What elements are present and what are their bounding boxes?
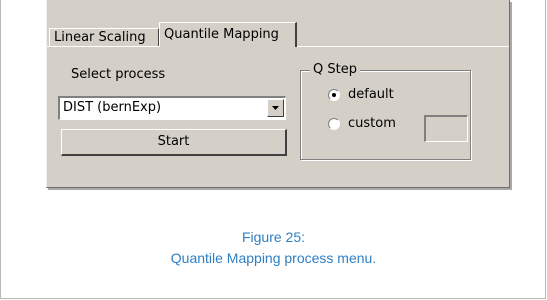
radio-default-label: default [348, 87, 394, 102]
figure-caption-number: Figure 25: [241, 229, 306, 245]
radio-custom-label: custom [348, 116, 396, 131]
chevron-down-icon [272, 106, 279, 110]
radio-default[interactable] [328, 89, 340, 101]
quantile-mapping-dialog: Linear Scaling Quantile Mapping Select p… [46, 0, 510, 188]
q-step-legend: Q Step [310, 62, 360, 77]
dropdown-button[interactable] [267, 99, 284, 117]
q-step-group: Q Step default custom [300, 62, 471, 160]
quantile-mapping-panel: Select process DIST (bernExp) Start Q St… [47, 46, 509, 188]
start-button[interactable]: Start [61, 129, 287, 156]
tab-quantile-mapping[interactable]: Quantile Mapping [159, 22, 297, 47]
tab-linear-scaling[interactable]: Linear Scaling [49, 28, 159, 46]
select-process-label: Select process [71, 67, 166, 82]
process-select-value: DIST (bernExp) [63, 100, 162, 115]
radio-custom[interactable] [328, 118, 340, 130]
figure-caption-text: Quantile Mapping process menu. [170, 250, 377, 266]
process-select[interactable]: DIST (bernExp) [58, 96, 286, 120]
custom-step-input[interactable] [424, 115, 468, 142]
radio-selected-dot [332, 93, 336, 97]
